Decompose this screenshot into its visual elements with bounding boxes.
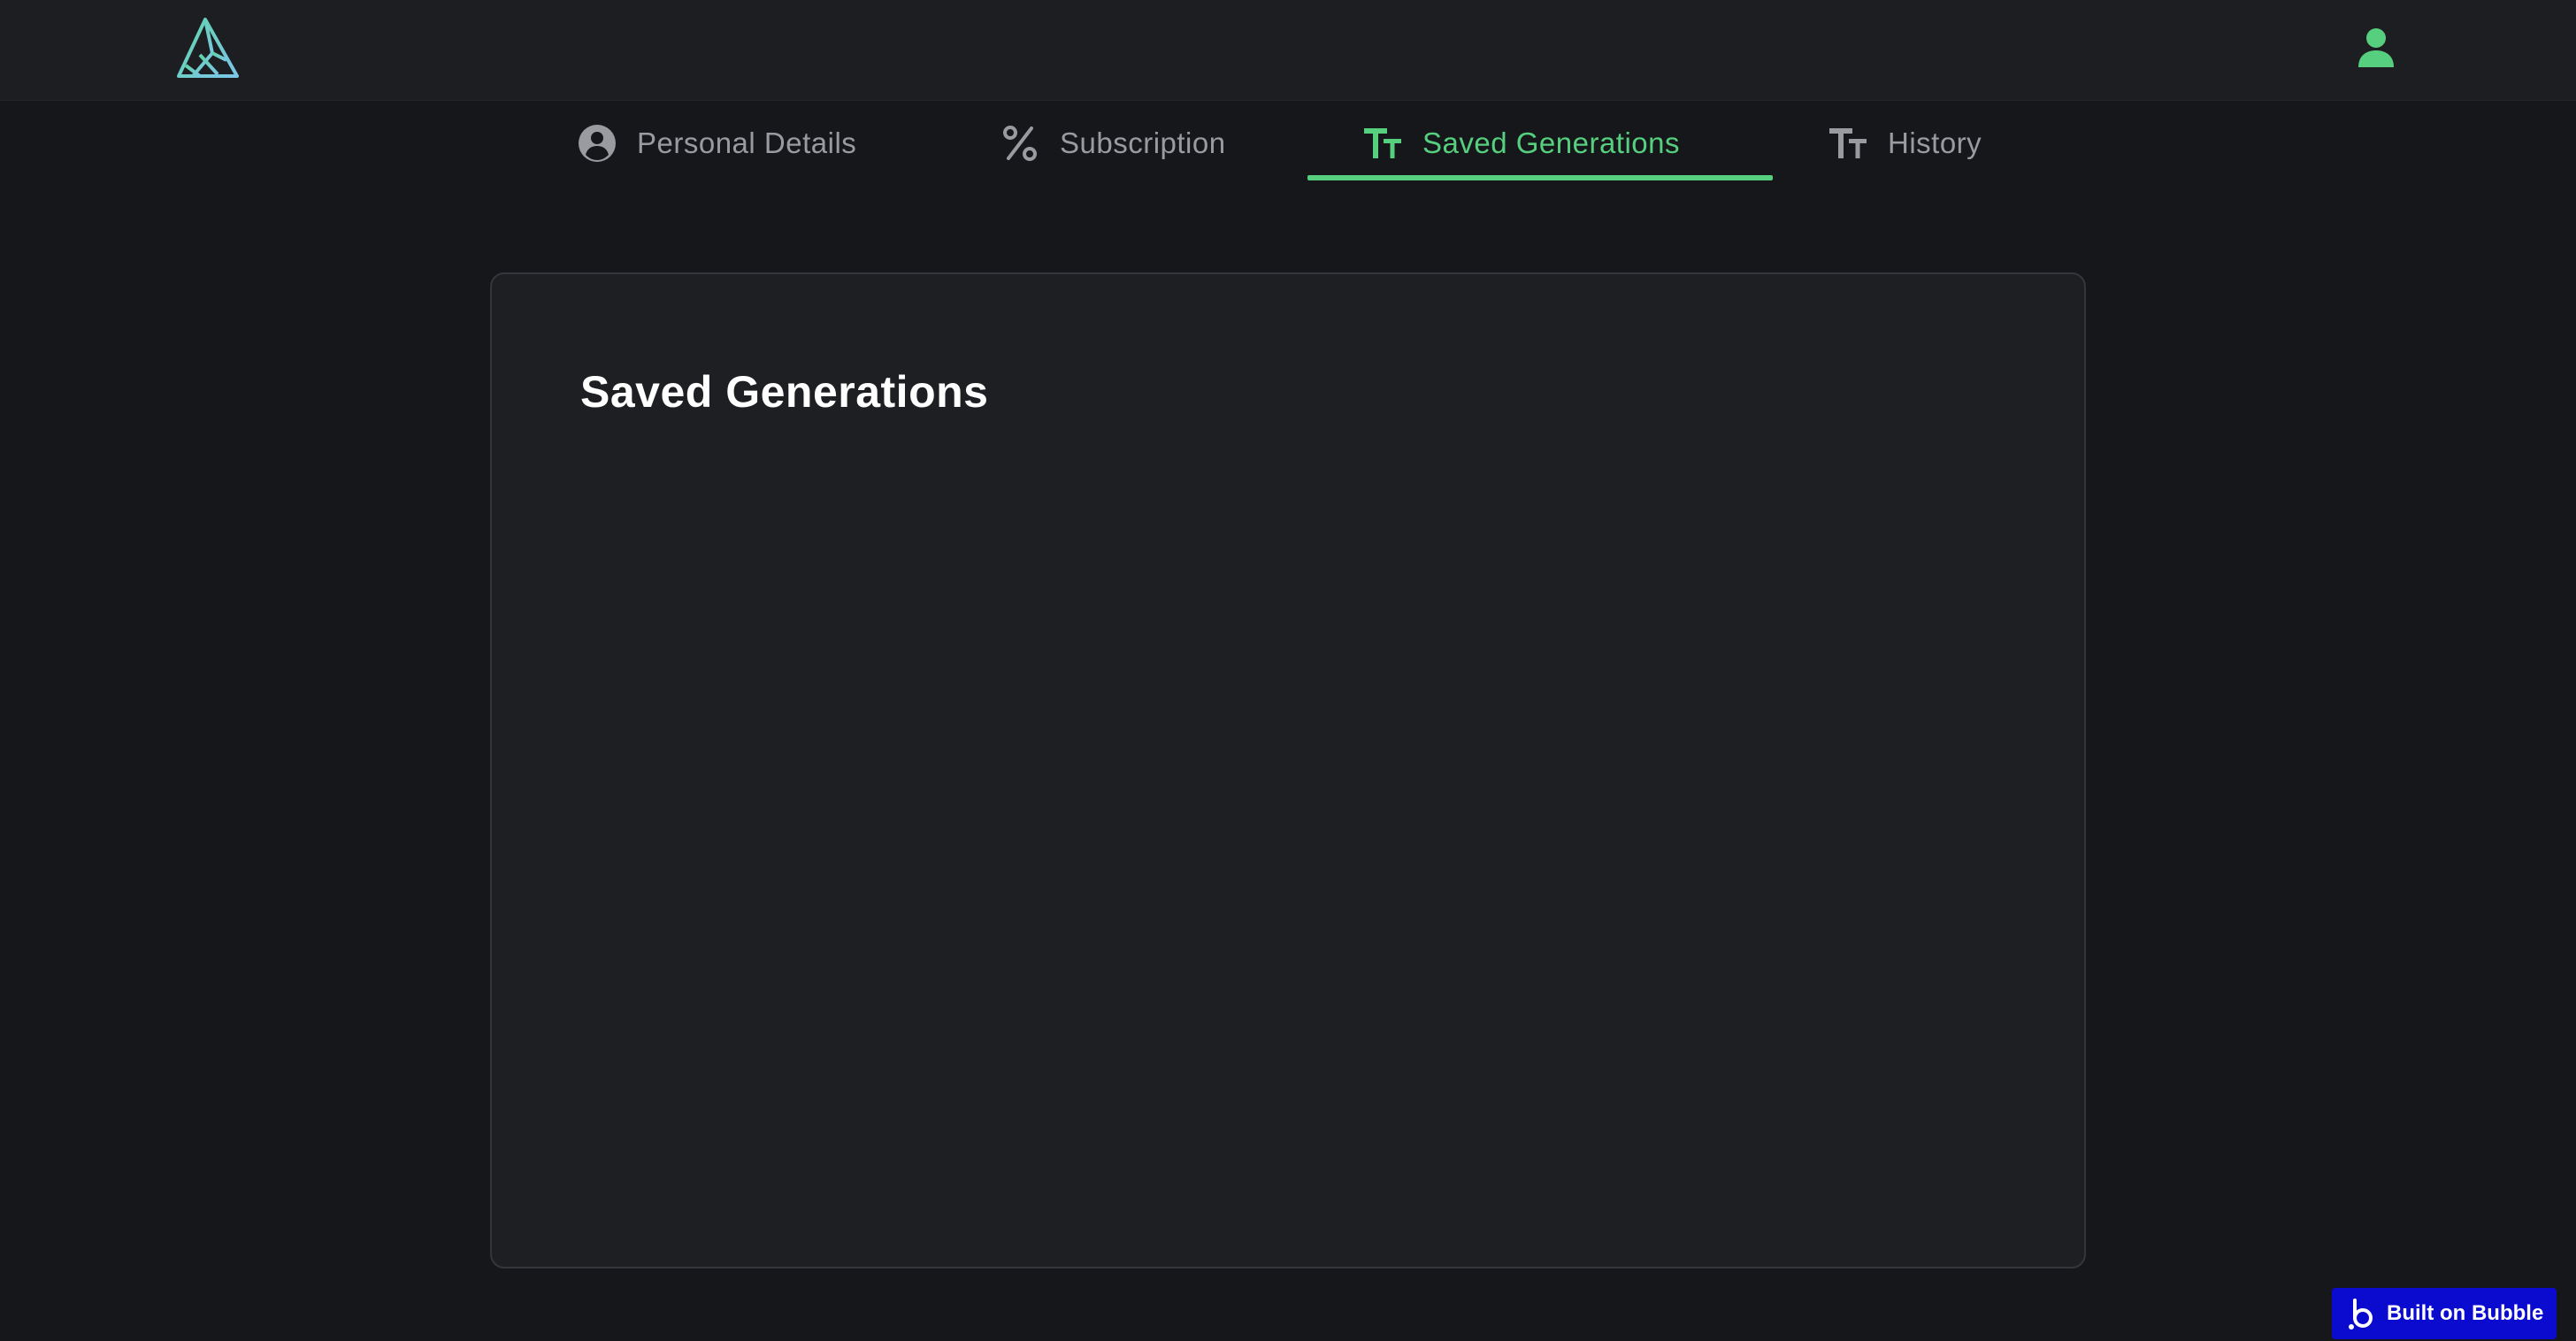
percent-icon: [1000, 123, 1040, 164]
user-circle-icon: [577, 123, 617, 164]
triangle-logo-icon[interactable]: [173, 14, 244, 85]
tab-label: Subscription: [1060, 126, 1226, 159]
tab-bar: Personal Details Subscription Saved Gene…: [0, 101, 2576, 186]
tab-personal-details[interactable]: Personal Details: [577, 101, 856, 186]
user-icon[interactable]: [2357, 27, 2396, 69]
built-on-bubble-badge[interactable]: Built on Bubble: [2332, 1288, 2557, 1339]
tab-saved-generations[interactable]: Saved Generations: [1362, 101, 1680, 186]
top-bar: [0, 0, 2576, 101]
text-size-icon: [1828, 123, 1868, 164]
tab-subscription[interactable]: Subscription: [1000, 101, 1226, 186]
tab-label: Personal Details: [637, 126, 857, 159]
text-size-icon: [1362, 123, 1403, 164]
bubble-b-icon: [2348, 1297, 2374, 1330]
tab-history[interactable]: History: [1828, 101, 1982, 186]
tab-label: Saved Generations: [1422, 126, 1681, 159]
saved-generations-panel: Saved Generations: [490, 272, 2086, 1268]
tab-label: History: [1888, 126, 1982, 159]
active-tab-indicator: [1307, 175, 1773, 180]
page-title: Saved Generations: [580, 367, 989, 417]
badge-label: Built on Bubble: [2387, 1301, 2544, 1325]
